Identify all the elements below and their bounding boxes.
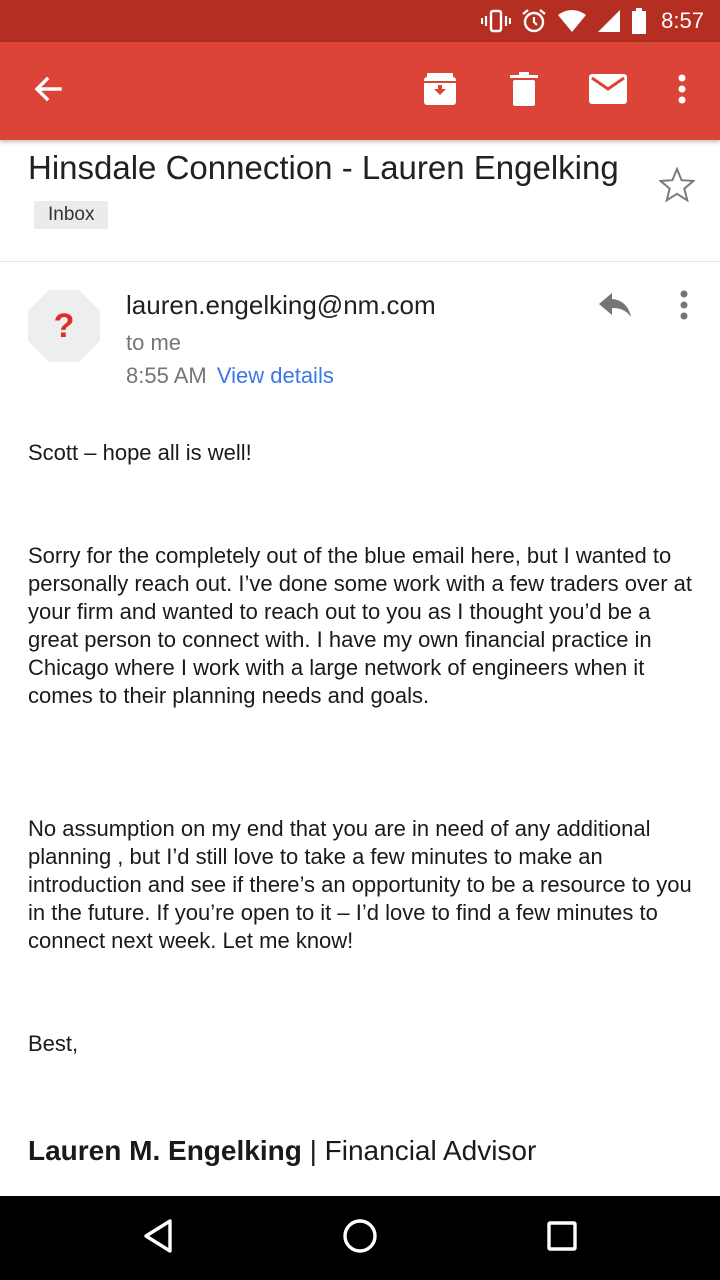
signature-line: Lauren M. Engelking | Financial Advisor xyxy=(28,1135,536,1167)
recipient-line: to me xyxy=(126,330,182,355)
delete-icon xyxy=(510,71,538,111)
sender-avatar[interactable]: ? xyxy=(28,290,100,362)
signature-title: Financial Advisor xyxy=(324,1135,537,1166)
archive-button[interactable] xyxy=(410,42,470,140)
more-vert-icon xyxy=(677,74,687,109)
body-paragraph: Scott – hope all is well! xyxy=(28,440,252,465)
email-subject: Hinsdale Connection - Lauren Engelking I… xyxy=(28,144,628,240)
back-button[interactable] xyxy=(18,42,78,140)
clock-time: 8:57 xyxy=(661,8,704,33)
sender-email: lauren.engelking@nm.com xyxy=(126,290,436,320)
back-arrow-icon xyxy=(32,73,64,110)
app-bar xyxy=(0,42,720,140)
star-outline-icon xyxy=(657,165,697,208)
vibrate-icon xyxy=(481,0,512,42)
battery-icon xyxy=(631,0,647,42)
archive-icon xyxy=(423,72,457,111)
nav-recents-icon xyxy=(547,1220,577,1256)
mark-unread-button[interactable] xyxy=(578,42,638,140)
status-bar: 8:57 xyxy=(0,0,720,42)
alarm-icon xyxy=(521,0,547,42)
subject-text: Hinsdale Connection - Lauren Engelking xyxy=(28,149,619,186)
wifi-icon xyxy=(557,0,587,42)
body-paragraph: No assumption on my end that you are in … xyxy=(28,816,692,953)
message-time: 8:55 AM xyxy=(126,363,207,388)
signature-name: Lauren M. Engelking xyxy=(28,1135,302,1166)
nav-home-icon xyxy=(342,1218,378,1259)
signal-icon xyxy=(597,0,621,42)
reply-icon xyxy=(598,292,632,323)
mark-unread-icon xyxy=(589,73,627,109)
nav-recents-button[interactable] xyxy=(522,1196,602,1280)
inbox-label-chip[interactable]: Inbox xyxy=(34,201,109,230)
subject-header: Hinsdale Connection - Lauren Engelking I… xyxy=(0,140,720,262)
nav-back-icon xyxy=(143,1218,173,1258)
signature-separator: | xyxy=(301,1135,325,1166)
message-meta: 8:55 AM View details xyxy=(126,363,334,389)
overflow-menu-button[interactable] xyxy=(660,42,704,140)
reply-button[interactable] xyxy=(592,284,638,330)
view-details-link[interactable]: View details xyxy=(217,363,334,388)
nav-back-button[interactable] xyxy=(118,1196,198,1280)
nav-home-button[interactable] xyxy=(320,1196,400,1280)
body-paragraph: Best, xyxy=(28,1031,79,1056)
system-nav-bar xyxy=(0,1196,720,1280)
delete-button[interactable] xyxy=(494,42,554,140)
more-vert-icon xyxy=(679,290,689,325)
body-paragraph: Sorry for the completely out of the blue… xyxy=(28,543,692,708)
message-more-button[interactable] xyxy=(664,284,704,330)
star-button[interactable] xyxy=(656,165,698,208)
unknown-sender-icon: ? xyxy=(53,306,75,345)
